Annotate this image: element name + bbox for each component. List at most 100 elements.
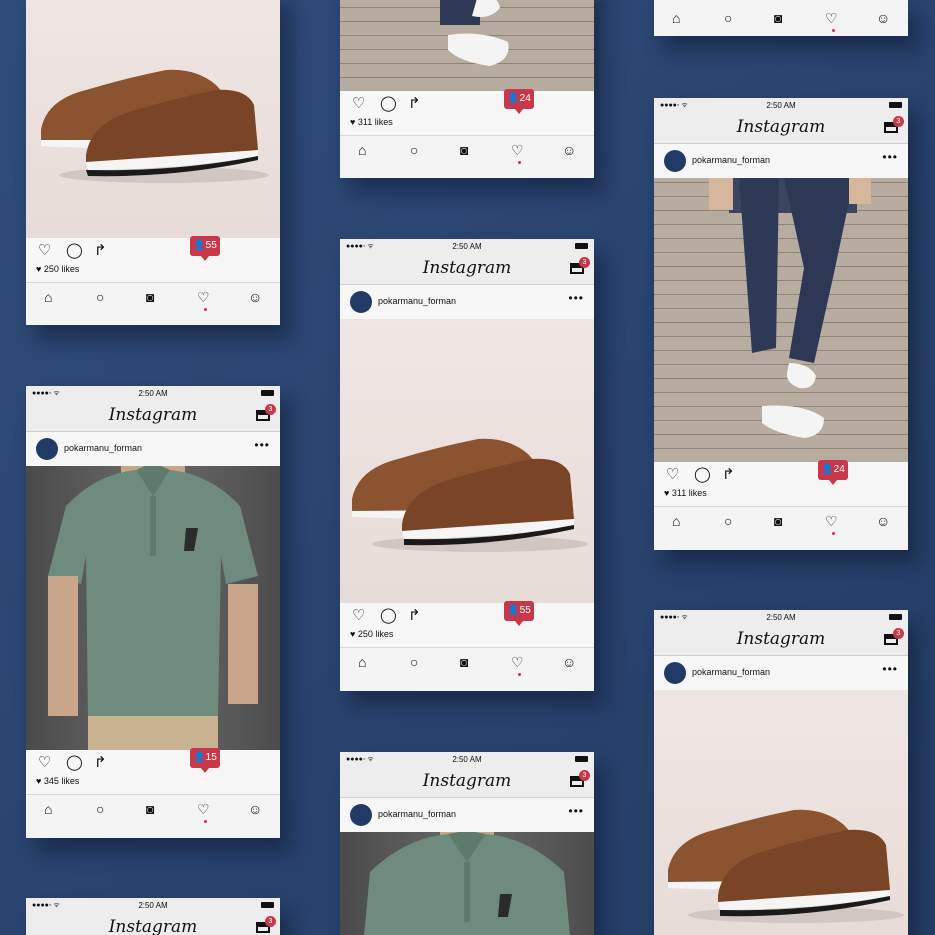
- profile-icon[interactable]: ☺: [248, 802, 262, 817]
- status-bar: ●●●●◦ ᯤ 2:50 AM: [26, 898, 280, 912]
- more-icon[interactable]: •••: [254, 438, 270, 452]
- status-bar: ●●●●◦ ᯤ 2:50 AM: [340, 239, 594, 253]
- comment-icon[interactable]: ◯: [66, 243, 83, 258]
- avatar[interactable]: [664, 150, 686, 172]
- share-icon[interactable]: ↱: [722, 467, 735, 482]
- username[interactable]: pokarmanu_forman: [378, 809, 456, 819]
- heart-icon[interactable]: ♡: [38, 243, 51, 258]
- activity-heart-icon[interactable]: ♡: [825, 11, 838, 26]
- battery-icon: [889, 102, 902, 108]
- profile-icon[interactable]: ☺: [876, 514, 890, 529]
- notification-badge[interactable]: 👤24: [504, 89, 534, 114]
- app-header: Instagram 3: [340, 766, 594, 798]
- more-icon[interactable]: •••: [882, 662, 898, 676]
- app-header: Instagram 3: [340, 253, 594, 285]
- likes-row: ♥ 311 likes 👤24: [654, 460, 908, 507]
- username[interactable]: pokarmanu_forman: [692, 667, 770, 677]
- post-actions: ♡ ◯ ↱: [26, 238, 280, 262]
- activity-heart-icon[interactable]: ♡: [825, 514, 838, 529]
- comment-icon[interactable]: ◯: [66, 755, 83, 770]
- post-header: pokarmanu_forman •••: [340, 285, 594, 319]
- heart-icon[interactable]: ♡: [38, 755, 51, 770]
- camera-icon[interactable]: ◙: [460, 143, 468, 158]
- avatar[interactable]: [664, 662, 686, 684]
- post-photo: [654, 690, 908, 935]
- search-icon[interactable]: ○: [96, 290, 104, 305]
- home-icon[interactable]: ⌂: [672, 514, 680, 529]
- activity-indicator: [518, 161, 521, 164]
- post-header: pokarmanu_forman •••: [654, 656, 908, 690]
- notification-badge[interactable]: 👤55: [190, 236, 220, 261]
- home-icon[interactable]: ⌂: [358, 143, 366, 158]
- notification-count: 24: [833, 464, 845, 475]
- more-icon[interactable]: •••: [568, 804, 584, 818]
- search-icon[interactable]: ○: [96, 802, 104, 817]
- avatar[interactable]: [350, 804, 372, 826]
- username[interactable]: pokarmanu_forman: [64, 443, 142, 453]
- share-icon[interactable]: ↱: [408, 96, 421, 111]
- notification-badge[interactable]: 👤55: [504, 601, 534, 626]
- username[interactable]: pokarmanu_forman: [692, 155, 770, 165]
- app-logo: Instagram: [108, 405, 198, 425]
- search-icon[interactable]: ○: [724, 514, 732, 529]
- search-icon[interactable]: ○: [724, 11, 732, 26]
- likes-row: ♥ 345 likes 👤15: [26, 748, 280, 795]
- battery-icon: [261, 902, 274, 908]
- tab-bar: ⌂ ○ ◙ ♡ ☺: [26, 283, 280, 313]
- share-icon[interactable]: ↱: [408, 608, 421, 623]
- notification-count: 55: [519, 605, 531, 616]
- phone-card-shoe-center: ●●●●◦ ᯤ 2:50 AM Instagram 3 pokarmanu_fo…: [340, 239, 594, 691]
- notification-badge[interactable]: 👤24: [818, 460, 848, 485]
- share-icon[interactable]: ↱: [94, 243, 107, 258]
- camera-icon[interactable]: ◙: [146, 290, 154, 305]
- likes-row: ♥ 311 likes 👤24: [340, 89, 594, 136]
- phone-card-bottom-left: ●●●●◦ ᯤ 2:50 AM Instagram 3: [26, 898, 280, 935]
- camera-icon[interactable]: ◙: [146, 802, 154, 817]
- profile-icon[interactable]: ☺: [562, 143, 576, 158]
- camera-icon[interactable]: ◙: [460, 655, 468, 670]
- inbox-badge: 3: [893, 628, 904, 639]
- activity-indicator: [832, 29, 835, 32]
- profile-icon[interactable]: ☺: [248, 290, 262, 305]
- share-icon[interactable]: ↱: [94, 755, 107, 770]
- post-header: pokarmanu_forman •••: [340, 798, 594, 832]
- profile-icon[interactable]: ☺: [876, 11, 890, 26]
- post-actions: ♡ ◯ ↱: [26, 750, 280, 774]
- comment-icon[interactable]: ◯: [380, 608, 397, 623]
- heart-icon[interactable]: ♡: [352, 608, 365, 623]
- home-icon[interactable]: ⌂: [358, 655, 366, 670]
- comment-icon[interactable]: ◯: [694, 467, 711, 482]
- post-actions: ♡ ◯ ↱: [340, 603, 594, 627]
- activity-heart-icon[interactable]: ♡: [197, 290, 210, 305]
- likes-count: ♥ 345 likes: [36, 776, 80, 786]
- camera-icon[interactable]: ◙: [774, 11, 782, 26]
- search-icon[interactable]: ○: [410, 655, 418, 670]
- home-icon[interactable]: ⌂: [672, 11, 680, 26]
- camera-icon[interactable]: ◙: [774, 514, 782, 529]
- app-header: Instagram 3: [654, 624, 908, 656]
- avatar[interactable]: [350, 291, 372, 313]
- status-bar: ●●●●◦ ᯤ 2:50 AM: [340, 752, 594, 766]
- heart-icon[interactable]: ♡: [352, 96, 365, 111]
- home-icon[interactable]: ⌂: [44, 802, 52, 817]
- activity-heart-icon[interactable]: ♡: [511, 143, 524, 158]
- more-icon[interactable]: •••: [568, 291, 584, 305]
- avatar[interactable]: [36, 438, 58, 460]
- app-header: Instagram 3: [654, 112, 908, 144]
- activity-heart-icon[interactable]: ♡: [511, 655, 524, 670]
- more-icon[interactable]: •••: [882, 150, 898, 164]
- phone-card-shoe-bottom-right: ●●●●◦ ᯤ 2:50 AM Instagram 3 pokarmanu_fo…: [654, 610, 908, 935]
- comment-icon[interactable]: ◯: [380, 96, 397, 111]
- activity-heart-icon[interactable]: ♡: [197, 802, 210, 817]
- profile-icon[interactable]: ☺: [562, 655, 576, 670]
- search-icon[interactable]: ○: [410, 143, 418, 158]
- activity-indicator: [204, 820, 207, 823]
- notification-badge[interactable]: 👤15: [190, 748, 220, 773]
- app-logo: Instagram: [422, 258, 512, 278]
- shoe-illustration: [41, 69, 269, 183]
- username[interactable]: pokarmanu_forman: [378, 296, 456, 306]
- post-photo: [340, 319, 594, 603]
- home-icon[interactable]: ⌂: [44, 290, 52, 305]
- status-time: 2:50 AM: [138, 901, 168, 910]
- heart-icon[interactable]: ♡: [666, 467, 679, 482]
